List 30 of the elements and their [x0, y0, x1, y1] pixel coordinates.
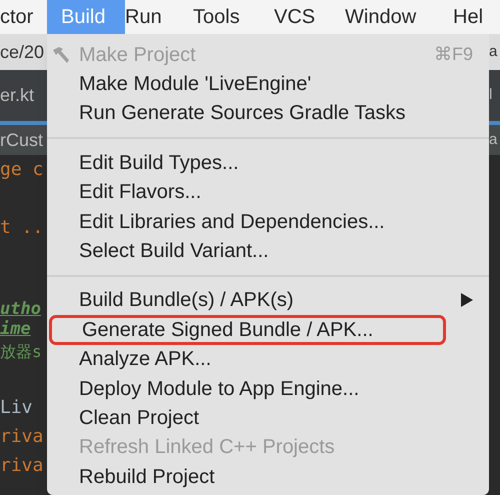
menu-item[interactable]: Make Module 'LiveEngine' — [47, 69, 489, 99]
code-text: riva — [0, 454, 44, 478]
code-text: t .. — [0, 216, 44, 240]
code-text: ge c — [0, 158, 44, 182]
menu-bar-item[interactable]: Hel — [453, 0, 500, 34]
menu-item[interactable]: Build Bundle(s) / APK(s) — [47, 286, 489, 316]
menu-item[interactable]: Edit Libraries and Dependencies... — [47, 206, 489, 236]
menu-item[interactable]: Select Build Variant... — [47, 236, 489, 266]
code-text: utho — [0, 298, 41, 320]
code-text: ime — [0, 318, 31, 342]
menu-bar-item[interactable]: Run — [125, 0, 193, 34]
path-text: ce/20 — [0, 40, 44, 64]
code-text: 放器s — [0, 341, 42, 363]
menu-bar-item[interactable]: ctor — [0, 0, 47, 34]
menu-item[interactable]: Run Generate Sources Gradle Tasks — [47, 98, 489, 128]
menu-item[interactable]: Clean Project — [47, 403, 489, 433]
shortcut-text: ⌘F9 — [434, 43, 473, 66]
code-text: Liv — [0, 396, 33, 420]
menu-item[interactable]: Edit Build Types... — [47, 148, 489, 178]
code-text: riva — [0, 425, 44, 449]
menu-bar-item[interactable]: Tools — [193, 0, 274, 34]
menu-bar-item[interactable]: Window — [345, 0, 453, 34]
path-text: a — [489, 42, 498, 62]
menu-item[interactable]: Edit Flavors... — [47, 178, 489, 207]
menu-item[interactable]: Deploy Module to App Engine... — [47, 374, 489, 404]
menu-bar-item[interactable]: VCS — [274, 0, 345, 34]
menu-item[interactable]: Generate Signed Bundle / APK... — [49, 315, 446, 345]
menu-item[interactable]: Rebuild Project — [47, 462, 489, 492]
menu-item[interactable]: Analyze APK... — [47, 344, 489, 374]
file-tab[interactable]: l — [489, 84, 492, 107]
